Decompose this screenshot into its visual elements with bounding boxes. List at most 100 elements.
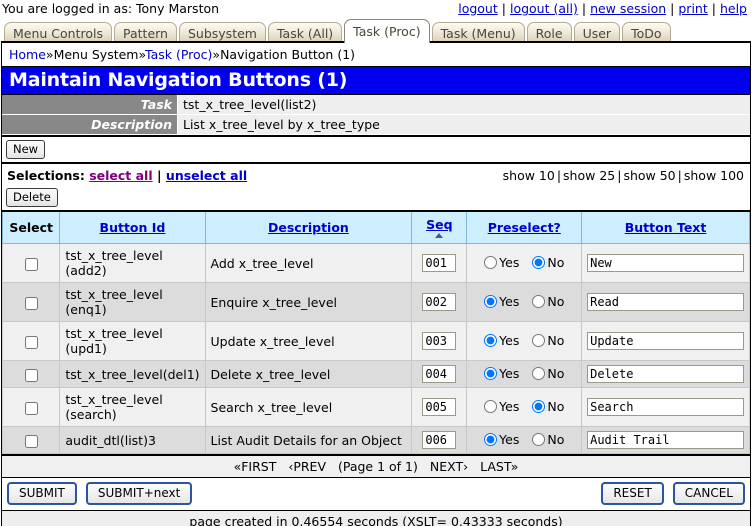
row-seq-cell[interactable]	[412, 361, 467, 388]
tab-role[interactable]: Role	[527, 22, 572, 43]
row-select-cell[interactable]	[3, 388, 60, 427]
column-header-button-text[interactable]: Button Text	[582, 212, 750, 244]
row-preselect-cell[interactable]: Yes No	[467, 427, 582, 454]
preselect-yes-group[interactable]: Yes	[484, 333, 519, 348]
preselect-no-radio[interactable]	[532, 256, 545, 269]
pager-next[interactable]: NEXT›	[430, 459, 468, 474]
preselect-no-radio[interactable]	[532, 400, 545, 413]
row-select-cell[interactable]	[3, 322, 60, 361]
print-link[interactable]: print	[678, 1, 707, 16]
row-seq-cell[interactable]	[412, 244, 467, 283]
preselect-yes-group[interactable]: Yes	[484, 366, 519, 381]
preselect-yes-group[interactable]: Yes	[484, 294, 519, 309]
tab-task-all[interactable]: Task (All)	[268, 22, 342, 43]
preselect-no-radio[interactable]	[532, 295, 545, 308]
select-all-link[interactable]: select all	[89, 168, 152, 183]
show-10-link[interactable]: show 10	[503, 168, 555, 183]
preselect-no-radio[interactable]	[532, 367, 545, 380]
row-seq-cell[interactable]	[412, 283, 467, 322]
breadcrumb-item-home[interactable]: Home	[9, 47, 46, 62]
row-select-checkbox[interactable]	[25, 402, 38, 415]
row-button-text-cell[interactable]	[582, 322, 750, 361]
row-button-text-cell[interactable]	[582, 427, 750, 454]
row-select-cell[interactable]	[3, 427, 60, 454]
preselect-no-group[interactable]: No	[532, 432, 564, 447]
delete-button[interactable]: Delete	[6, 188, 58, 207]
submit-button[interactable]: SUBMIT	[7, 482, 77, 505]
seq-input[interactable]	[422, 398, 456, 416]
column-header-button-id[interactable]: Button Id	[60, 212, 205, 244]
breadcrumb-item-task-proc[interactable]: Task (Proc)	[145, 47, 212, 62]
show-25-link[interactable]: show 25	[563, 168, 615, 183]
unselect-all-link[interactable]: unselect all	[166, 168, 247, 183]
preselect-no-radio[interactable]	[532, 334, 545, 347]
preselect-no-group[interactable]: No	[532, 255, 564, 270]
button-text-input[interactable]	[587, 431, 744, 449]
preselect-no-group[interactable]: No	[532, 333, 564, 348]
tab-subsystem[interactable]: Subsystem	[179, 22, 266, 43]
show-100-link[interactable]: show 100	[684, 168, 744, 183]
help-link[interactable]: help	[720, 1, 747, 16]
pager-last[interactable]: LAST»	[480, 459, 518, 474]
preselect-no-group[interactable]: No	[532, 294, 564, 309]
column-header-preselect[interactable]: Preselect?	[467, 212, 582, 244]
tab-pattern[interactable]: Pattern	[114, 22, 177, 43]
row-select-checkbox[interactable]	[25, 435, 38, 448]
button-text-input[interactable]	[587, 365, 744, 383]
preselect-no-radio[interactable]	[532, 433, 545, 446]
row-preselect-cell[interactable]: Yes No	[467, 322, 582, 361]
preselect-yes-radio[interactable]	[484, 334, 497, 347]
preselect-yes-radio[interactable]	[484, 256, 497, 269]
row-seq-cell[interactable]	[412, 388, 467, 427]
new-session-link[interactable]: new session	[590, 1, 666, 16]
tab-task-proc[interactable]: Task (Proc)	[344, 19, 429, 43]
row-select-cell[interactable]	[3, 244, 60, 283]
tab-task-menu[interactable]: Task (Menu)	[432, 22, 525, 43]
preselect-no-group[interactable]: No	[532, 366, 564, 381]
row-select-checkbox[interactable]	[25, 297, 38, 310]
new-button[interactable]: New	[6, 140, 45, 159]
row-preselect-cell[interactable]: Yes No	[467, 283, 582, 322]
seq-input[interactable]	[422, 365, 456, 383]
tab-todo[interactable]: ToDo	[622, 22, 670, 43]
column-header-seq[interactable]: Seq	[412, 212, 467, 244]
preselect-yes-radio[interactable]	[484, 367, 497, 380]
button-text-input[interactable]	[587, 332, 744, 350]
sort-link-button-id[interactable]: Button Id	[100, 220, 166, 235]
sort-link-button-text[interactable]: Button Text	[625, 220, 707, 235]
preselect-yes-radio[interactable]	[484, 400, 497, 413]
seq-input[interactable]	[422, 254, 456, 272]
show-50-link[interactable]: show 50	[623, 168, 675, 183]
tab-menu-controls[interactable]: Menu Controls	[4, 22, 112, 43]
button-text-input[interactable]	[587, 254, 744, 272]
preselect-yes-group[interactable]: Yes	[484, 255, 519, 270]
logout-all-link[interactable]: logout (all)	[510, 1, 578, 16]
sort-link-description[interactable]: Description	[268, 220, 349, 235]
preselect-no-group[interactable]: No	[532, 399, 564, 414]
cancel-button[interactable]: CANCEL	[673, 482, 745, 505]
seq-input[interactable]	[422, 431, 456, 449]
row-button-text-cell[interactable]	[582, 283, 750, 322]
logout-link[interactable]: logout	[458, 1, 498, 16]
preselect-yes-radio[interactable]	[484, 295, 497, 308]
reset-button[interactable]: RESET	[601, 482, 663, 505]
submit-next-button[interactable]: SUBMIT+next	[86, 482, 193, 505]
row-button-text-cell[interactable]	[582, 244, 750, 283]
row-button-text-cell[interactable]	[582, 361, 750, 388]
row-seq-cell[interactable]	[412, 322, 467, 361]
row-preselect-cell[interactable]: Yes No	[467, 388, 582, 427]
seq-input[interactable]	[422, 293, 456, 311]
row-preselect-cell[interactable]: Yes No	[467, 244, 582, 283]
row-button-text-cell[interactable]	[582, 388, 750, 427]
row-select-cell[interactable]	[3, 361, 60, 388]
pager-first[interactable]: «FIRST	[234, 459, 277, 474]
preselect-yes-group[interactable]: Yes	[484, 399, 519, 414]
row-select-cell[interactable]	[3, 283, 60, 322]
preselect-yes-group[interactable]: Yes	[484, 432, 519, 447]
sort-link-preselect[interactable]: Preselect?	[488, 220, 561, 235]
button-text-input[interactable]	[587, 293, 744, 311]
row-select-checkbox[interactable]	[25, 258, 38, 271]
seq-input[interactable]	[422, 332, 456, 350]
preselect-yes-radio[interactable]	[484, 433, 497, 446]
row-select-checkbox[interactable]	[25, 336, 38, 349]
